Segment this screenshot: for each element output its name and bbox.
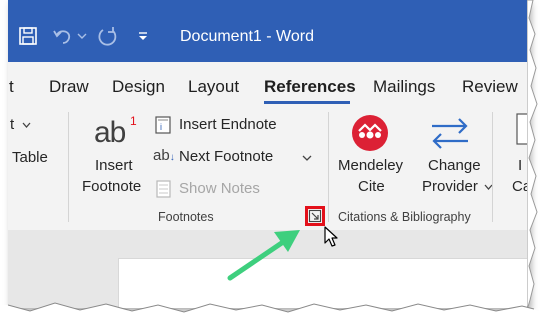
- mouse-cursor-icon: [324, 226, 338, 247]
- mendeley-cite-button[interactable]: Mendeley Cite: [336, 110, 406, 202]
- torn-edge-bottom: [0, 302, 541, 321]
- citations-group-label: Citations & Bibliography: [338, 210, 471, 224]
- partial-command-label-1: I: [518, 157, 523, 174]
- dialog-launcher-icon: [308, 209, 322, 223]
- tab-references[interactable]: References: [264, 77, 356, 97]
- ribbon-references: t Table ab 1 Insert Footnote i Insert End…: [8, 106, 528, 230]
- partial-command-top[interactable]: t: [10, 116, 31, 133]
- insert-endnote-button[interactable]: i Insert Endnote: [152, 114, 302, 136]
- torn-edge-right: [527, 0, 538, 311]
- partial-command-table[interactable]: Table: [12, 149, 48, 166]
- partial-command-icon: [516, 113, 528, 145]
- swap-arrows-icon: [432, 118, 468, 149]
- tab-design[interactable]: Design: [112, 77, 165, 97]
- partial-command-top-label: t: [10, 116, 15, 133]
- group-divider: [68, 112, 69, 222]
- insert-footnote-button[interactable]: ab 1 Insert Footnote: [78, 110, 148, 200]
- customize-toolbar-icon[interactable]: [134, 24, 152, 48]
- show-notes-icon: [156, 180, 171, 198]
- change-provider-label-2: Provider: [422, 178, 493, 195]
- tab-review[interactable]: Review: [462, 77, 518, 97]
- show-notes-label: Show Notes: [179, 180, 260, 197]
- insert-endnote-icon: i: [155, 116, 171, 134]
- mendeley-icon: [352, 115, 388, 151]
- title-bar: Document1 - Word: [8, 0, 528, 62]
- tab-layout[interactable]: Layout: [188, 77, 239, 97]
- footnotes-group-label: Footnotes: [158, 210, 214, 224]
- active-tab-indicator: [264, 101, 350, 104]
- change-provider-label-2-text: Provider: [422, 178, 478, 195]
- save-icon[interactable]: [16, 24, 40, 48]
- next-footnote-label: Next Footnote: [179, 148, 274, 165]
- word-window: Document1 - Word t Draw Design Layout Re…: [8, 0, 528, 308]
- change-provider-button[interactable]: Change Provider: [414, 110, 494, 202]
- show-notes-button: Show Notes: [152, 178, 292, 200]
- change-provider-label-1: Change: [428, 157, 481, 174]
- undo-dropdown-icon[interactable]: [76, 24, 88, 48]
- undo-icon[interactable]: [50, 24, 76, 48]
- mendeley-label-2: Cite: [358, 178, 385, 195]
- tab-mailings[interactable]: Mailings: [373, 77, 435, 97]
- tab-draw[interactable]: Draw: [49, 77, 89, 97]
- insert-endnote-label: Insert Endnote: [179, 116, 277, 133]
- chevron-down-icon[interactable]: [302, 155, 312, 162]
- insert-footnote-icon: ab 1: [94, 114, 137, 149]
- next-footnote-icon: ab↓: [153, 147, 175, 164]
- partial-command-label-2: Ca: [512, 178, 528, 195]
- ribbon-tab-bar: t Draw Design Layout References Mailings…: [8, 62, 528, 106]
- svg-text:i: i: [160, 122, 162, 132]
- mendeley-label-1: Mendeley: [338, 157, 404, 174]
- insert-footnote-label-2: Footnote: [82, 178, 142, 195]
- annotation-arrow-icon: [227, 230, 300, 281]
- insert-footnote-label-1: Insert: [95, 157, 133, 174]
- group-divider: [328, 112, 329, 222]
- group-divider: [492, 112, 493, 222]
- next-footnote-button[interactable]: ab↓ Next Footnote: [152, 146, 312, 168]
- chevron-down-icon: [22, 122, 31, 128]
- tab-partial[interactable]: t: [9, 77, 14, 97]
- footnotes-dialog-launcher[interactable]: [305, 206, 325, 226]
- redo-icon[interactable]: [96, 24, 120, 48]
- document-title: Document1 - Word: [180, 28, 314, 45]
